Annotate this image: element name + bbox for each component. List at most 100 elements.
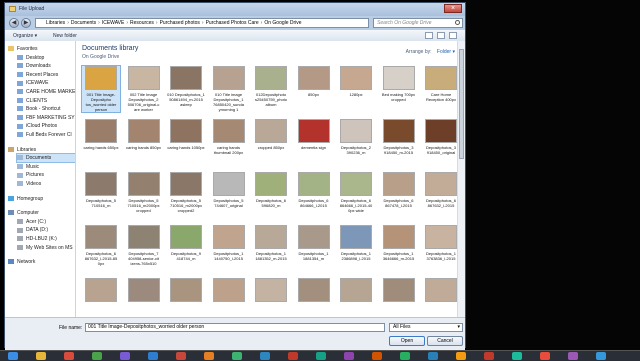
sidebar-item-favorite[interactable]: iCloud Photos <box>17 122 57 130</box>
file-thumbnail[interactable]: cropped 850px <box>252 119 290 150</box>
taskbar-app-icon[interactable] <box>92 352 102 360</box>
file-thumbnail[interactable]: Depositphotos_5 710516_m2000px cropped2 <box>167 172 205 213</box>
sidebar-libraries[interactable]: Libraries <box>8 146 36 154</box>
taskbar-app-icon[interactable] <box>204 352 214 360</box>
file-thumbnail[interactable] <box>295 278 333 304</box>
taskbar-app-icon[interactable] <box>596 352 606 360</box>
file-thumbnail[interactable]: Depositphotos_5 710516_m <box>82 172 120 208</box>
sidebar-item-library[interactable]: Documents <box>16 153 75 164</box>
file-thumbnail[interactable]: 1280px <box>337 66 375 97</box>
breadcrumb-item[interactable]: Purchased photos <box>160 20 200 26</box>
file-thumbnail[interactable]: Depositphotos_1 1881354_m <box>295 225 333 261</box>
taskbar-app-icon[interactable] <box>64 352 74 360</box>
new-folder-button[interactable]: New folder <box>53 33 77 39</box>
sidebar-item-favorite[interactable]: ICEWAVE <box>17 79 49 87</box>
file-thumbnail[interactable]: dementia sign <box>295 119 333 150</box>
sidebar-item-favorite[interactable]: CARE HOME MARKE <box>17 88 75 96</box>
file-thumbnail[interactable]: Depositphotos_6 596820_m <box>252 172 290 208</box>
file-thumbnail[interactable]: Depositphotos_1 3646666_m-2015 <box>380 225 418 261</box>
breadcrumb-item[interactable]: On Google Drive <box>264 20 301 26</box>
taskbar-app-icon[interactable] <box>176 352 186 360</box>
taskbar-app-icon[interactable] <box>344 352 354 360</box>
help-icon[interactable] <box>449 32 457 39</box>
file-thumbnail[interactable]: Depositphotos_6 867632_l-2015-85 0px <box>82 225 120 266</box>
taskbar-app-icon[interactable] <box>148 352 158 360</box>
file-thumbnail[interactable]: Depositphotos_1 1440750_l-2015 <box>210 225 248 261</box>
file-thumbnail[interactable]: Depositphotos_1 2386898_l-2015 <box>337 225 375 261</box>
file-thumbnail[interactable] <box>82 278 120 304</box>
file-thumbnail[interactable] <box>125 278 163 304</box>
taskbar-app-icon[interactable] <box>484 352 494 360</box>
file-thumbnail[interactable]: Depositphotos_1 1881352_m-2015 <box>252 225 290 261</box>
sidebar-item-favorite[interactable]: CLIENTS <box>17 97 47 105</box>
file-thumbnail[interactable] <box>337 278 375 304</box>
filename-input[interactable]: 001 Title Image-Depositphotos_worried ol… <box>85 323 385 332</box>
taskbar-app-icon[interactable] <box>456 352 466 360</box>
taskbar-app-icon[interactable] <box>120 352 130 360</box>
cancel-button[interactable]: Cancel <box>427 336 463 346</box>
file-thumbnail[interactable]: caring hands thumbnail 200px <box>210 119 248 155</box>
file-thumbnail[interactable]: Bed making 700px cropped <box>380 66 418 102</box>
sidebar-favorites[interactable]: Favorites <box>8 45 38 53</box>
sidebar-item-drive[interactable]: Acer (C:) <box>17 218 46 226</box>
taskbar-app-icon[interactable] <box>400 352 410 360</box>
file-thumbnail[interactable]: Depositphotos_5 744607_original <box>210 172 248 208</box>
arrange-by-value[interactable]: Folder ▾ <box>437 49 455 55</box>
file-thumbnail[interactable]: Depositphotos_2 390236_m <box>337 119 375 155</box>
file-thumbnail[interactable]: caring hands 850px <box>125 119 163 150</box>
file-thumbnail[interactable]: Depositphotos_6 864666_l-2015-40 0px wid… <box>337 172 375 213</box>
taskbar-app-icon[interactable] <box>372 352 382 360</box>
file-thumbnail[interactable]: Care Home Reception 400px <box>422 66 460 102</box>
forward-arrow-icon[interactable]: ▶ <box>21 18 31 28</box>
view-options-icon[interactable] <box>425 32 433 39</box>
file-thumbnail[interactable]: Depositphotos_5 710516_m2000px cropped <box>125 172 163 213</box>
file-thumbnail[interactable]: 012Depositphoto s25450759_photo album <box>252 66 290 107</box>
taskbar-app-icon[interactable] <box>512 352 522 360</box>
sidebar-homegroup[interactable]: Homegroup <box>8 195 43 203</box>
file-thumbnail[interactable]: Depositphotos_3 918450_original <box>422 119 460 155</box>
file-thumbnail[interactable] <box>252 278 290 304</box>
arrange-by[interactable]: Arrange by: Folder ▾ <box>406 49 455 55</box>
preview-pane-icon[interactable] <box>437 32 445 39</box>
sidebar-network[interactable]: Network <box>8 258 35 266</box>
sidebar-item-favorite[interactable]: Book - Shortcut <box>17 105 60 113</box>
address-bar[interactable]: Libraries › Documents › ICEWAVE › Resources › Pu… <box>35 18 369 28</box>
sidebar-item-favorite[interactable]: FBF MARKETING SY <box>17 114 75 122</box>
file-thumbnail[interactable]: Depositphotos_6 867478_l-2015 <box>380 172 418 208</box>
file-thumbnail[interactable]: Depositphotos_9 418744_m <box>167 225 205 261</box>
file-thumbnail[interactable]: caring hands 1050px <box>167 119 205 150</box>
sidebar-item-favorite[interactable]: Full Beds Forever Cl <box>17 131 72 139</box>
taskbar-app-icon[interactable] <box>428 352 438 360</box>
taskbar-app-icon[interactable] <box>316 352 326 360</box>
taskbar-app-icon[interactable] <box>540 352 550 360</box>
file-thumbnail[interactable]: Depositphotos_3 918450_m-2015 <box>380 119 418 155</box>
file-thumbnail[interactable]: Depositphotos_6 867632_l-2015 <box>422 172 460 208</box>
back-arrow-icon[interactable]: ◀ <box>9 18 19 28</box>
search-input[interactable]: Search On Google Drive <box>373 18 463 28</box>
sidebar-item-favorite[interactable]: Downloads <box>17 62 51 70</box>
sidebar-item-favorite[interactable]: Recent Places <box>17 71 58 79</box>
sidebar-item-drive[interactable]: My Web Sites on MS <box>17 244 73 252</box>
taskbar-app-icon[interactable] <box>288 352 298 360</box>
taskbar-app-icon[interactable] <box>568 352 578 360</box>
breadcrumb-item[interactable]: Purchased Photos Care <box>206 20 259 26</box>
sidebar-item-drive[interactable]: DATA (D:) <box>17 226 48 234</box>
breadcrumb-item[interactable]: Libraries <box>46 20 65 26</box>
close-button[interactable]: × <box>444 4 462 13</box>
file-thumbnail[interactable]: caring hands 650px <box>82 119 120 150</box>
file-thumbnail[interactable]: 010 Depositphotos_1 50861494_m-2015 asle… <box>167 66 205 107</box>
taskbar-app-icon[interactable] <box>232 352 242 360</box>
file-thumbnail[interactable] <box>380 278 418 304</box>
file-thumbnail[interactable]: 850px <box>295 66 333 97</box>
file-thumbnail[interactable]: 002 Title Image Depositphotos_2 506706_o… <box>125 66 163 112</box>
breadcrumb-item[interactable]: Resources <box>130 20 154 26</box>
title-bar[interactable]: File Upload × <box>5 3 465 16</box>
sidebar-item-library[interactable]: Videos <box>17 180 41 188</box>
sidebar-computer[interactable]: Computer <box>8 209 39 217</box>
file-thumbnail[interactable]: 001 Title Image-Depositpho tos_worried o… <box>81 65 121 113</box>
open-button[interactable]: Open <box>389 336 425 346</box>
sidebar-item-library[interactable]: Music <box>17 163 39 171</box>
file-type-select[interactable]: All Files ▾ <box>389 323 463 332</box>
file-thumbnail[interactable] <box>167 278 205 304</box>
file-thumbnail[interactable]: 010 Title image Depositphotos_1 76850420… <box>210 66 248 112</box>
